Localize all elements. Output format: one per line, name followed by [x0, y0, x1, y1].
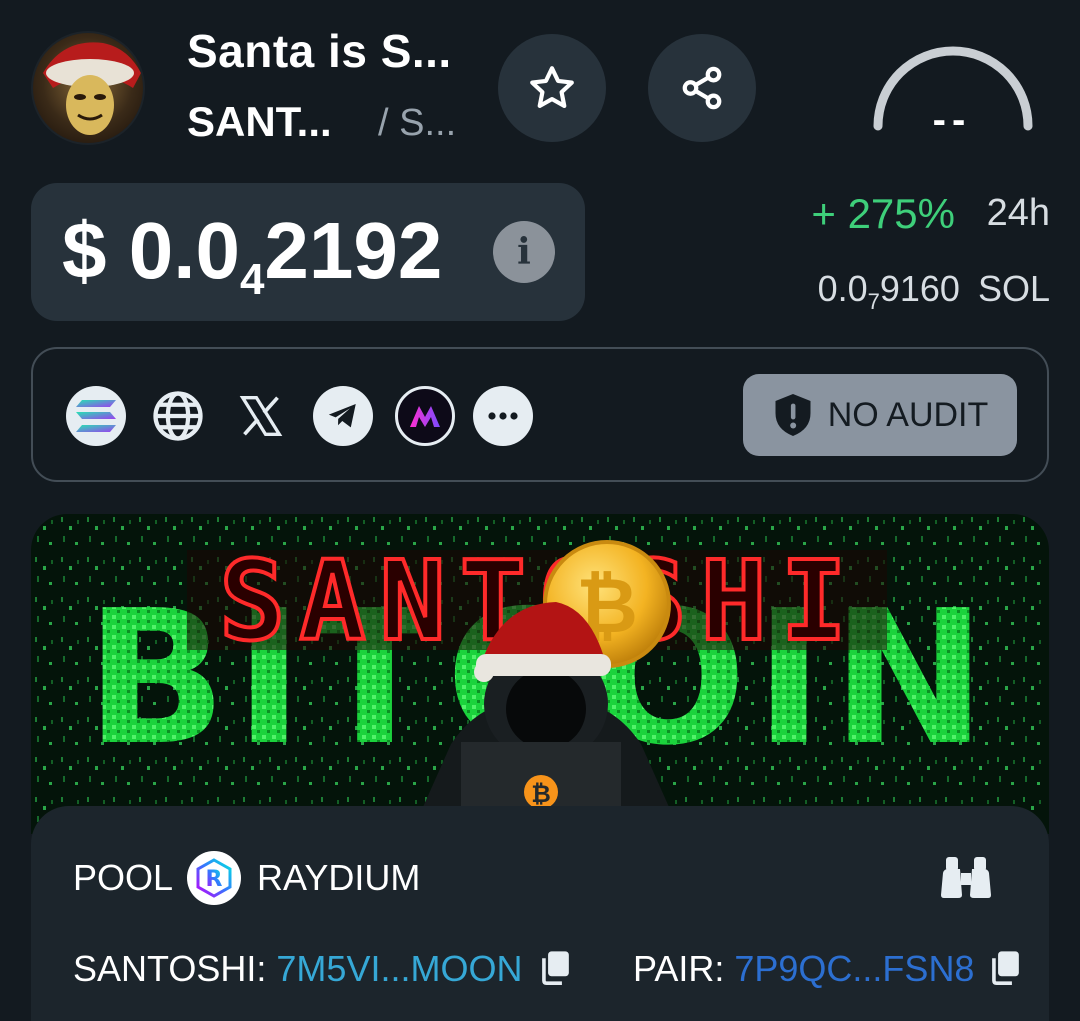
- token-name: Santa is S...: [187, 25, 452, 77]
- shield-alert-icon: [775, 394, 811, 436]
- more-icon[interactable]: [473, 386, 533, 446]
- svg-text:₿: ₿: [531, 780, 551, 808]
- token-address[interactable]: 7M5VI...MOON: [276, 948, 522, 989]
- info-icon[interactable]: i: [493, 221, 555, 283]
- pair-address-row: PAIR: 7P9QC...FSN8: [633, 948, 974, 990]
- raydium-logo-icon: R: [187, 851, 241, 905]
- pair-address[interactable]: 7P9QC...FSN8: [734, 948, 974, 989]
- pair-address-label: PAIR:: [633, 948, 725, 989]
- globe-icon[interactable]: [148, 386, 208, 446]
- sol-price: 0.079160 SOL: [817, 268, 1050, 314]
- favorite-button[interactable]: [498, 34, 606, 142]
- price-change: + 275%: [811, 190, 955, 237]
- telegram-icon[interactable]: [313, 386, 373, 446]
- share-button[interactable]: [648, 34, 756, 142]
- audit-label: NO AUDIT: [827, 395, 989, 434]
- usd-price: $ 0.042192: [62, 206, 443, 304]
- svg-text:R: R: [206, 867, 223, 892]
- dex-name: RAYDIUM: [257, 857, 421, 898]
- token-address-label: SANTOSHI:: [73, 948, 267, 989]
- pool-label: POOL: [73, 857, 174, 898]
- solana-icon[interactable]: [66, 386, 126, 446]
- app-icon[interactable]: [395, 386, 455, 446]
- binoculars-icon[interactable]: [940, 855, 992, 904]
- star-icon: [530, 66, 574, 109]
- copy-pair-address-icon[interactable]: [988, 950, 1022, 991]
- copy-token-address-icon[interactable]: [538, 950, 572, 991]
- token-chain: / S...: [378, 102, 457, 144]
- change-period: 24h: [986, 192, 1050, 234]
- token-avatar: [31, 31, 145, 145]
- token-banner-image: BITCOIN SANTOSHI ₿ ₿: [31, 514, 1049, 834]
- token-symbol: SANT...: [187, 98, 332, 145]
- gauge-value: --: [932, 98, 972, 142]
- share-icon: [682, 66, 722, 110]
- audit-button[interactable]: NO AUDIT: [743, 374, 1017, 456]
- x-icon[interactable]: [231, 386, 291, 446]
- token-address-row: SANTOSHI: 7M5VI...MOON: [73, 948, 522, 990]
